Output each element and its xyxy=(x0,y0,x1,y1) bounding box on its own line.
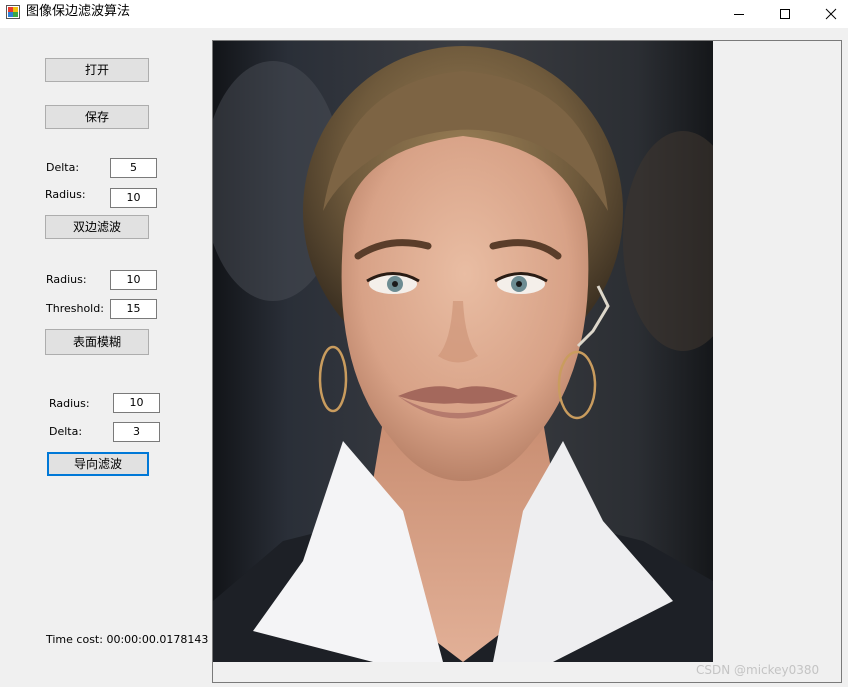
bilateral-delta-input[interactable]: 5 xyxy=(110,158,157,178)
save-button[interactable]: 保存 xyxy=(45,105,149,129)
title-bar[interactable]: 图像保边滤波算法 xyxy=(0,0,848,28)
app-icon xyxy=(6,5,20,19)
window-title: 图像保边滤波算法 xyxy=(26,4,131,19)
bilateral-filter-button[interactable]: 双边滤波 xyxy=(45,215,149,239)
minimize-icon xyxy=(734,14,744,15)
surface-threshold-input[interactable]: 15 xyxy=(110,299,157,319)
guided-radius-label: Radius: xyxy=(49,397,90,410)
close-icon xyxy=(825,8,837,20)
maximize-icon xyxy=(780,9,790,19)
time-cost-label: Time cost: 00:00:00.0178143 xyxy=(46,633,209,646)
surface-threshold-label: Threshold: xyxy=(46,302,104,315)
guided-filter-button[interactable]: 导向滤波 xyxy=(47,452,149,476)
guided-delta-label: Delta: xyxy=(49,425,83,438)
bilateral-radius-input[interactable]: 10 xyxy=(110,188,157,208)
surface-blur-button[interactable]: 表面模糊 xyxy=(45,329,149,355)
surface-radius-input[interactable]: 10 xyxy=(110,270,157,290)
portrait-photo xyxy=(213,41,713,662)
bilateral-delta-label: Delta: xyxy=(46,161,80,174)
maximize-button[interactable] xyxy=(762,0,808,28)
guided-radius-input[interactable]: 10 xyxy=(113,393,160,413)
bilateral-radius-label: Radius: xyxy=(45,188,86,201)
watermark-text: CSDN @mickey0380 xyxy=(696,663,820,677)
open-button[interactable]: 打开 xyxy=(45,58,149,82)
minimize-button[interactable] xyxy=(716,0,762,28)
close-button[interactable] xyxy=(808,0,848,28)
surface-radius-label: Radius: xyxy=(46,273,87,286)
image-display xyxy=(212,40,842,683)
guided-delta-input[interactable]: 3 xyxy=(113,422,160,442)
